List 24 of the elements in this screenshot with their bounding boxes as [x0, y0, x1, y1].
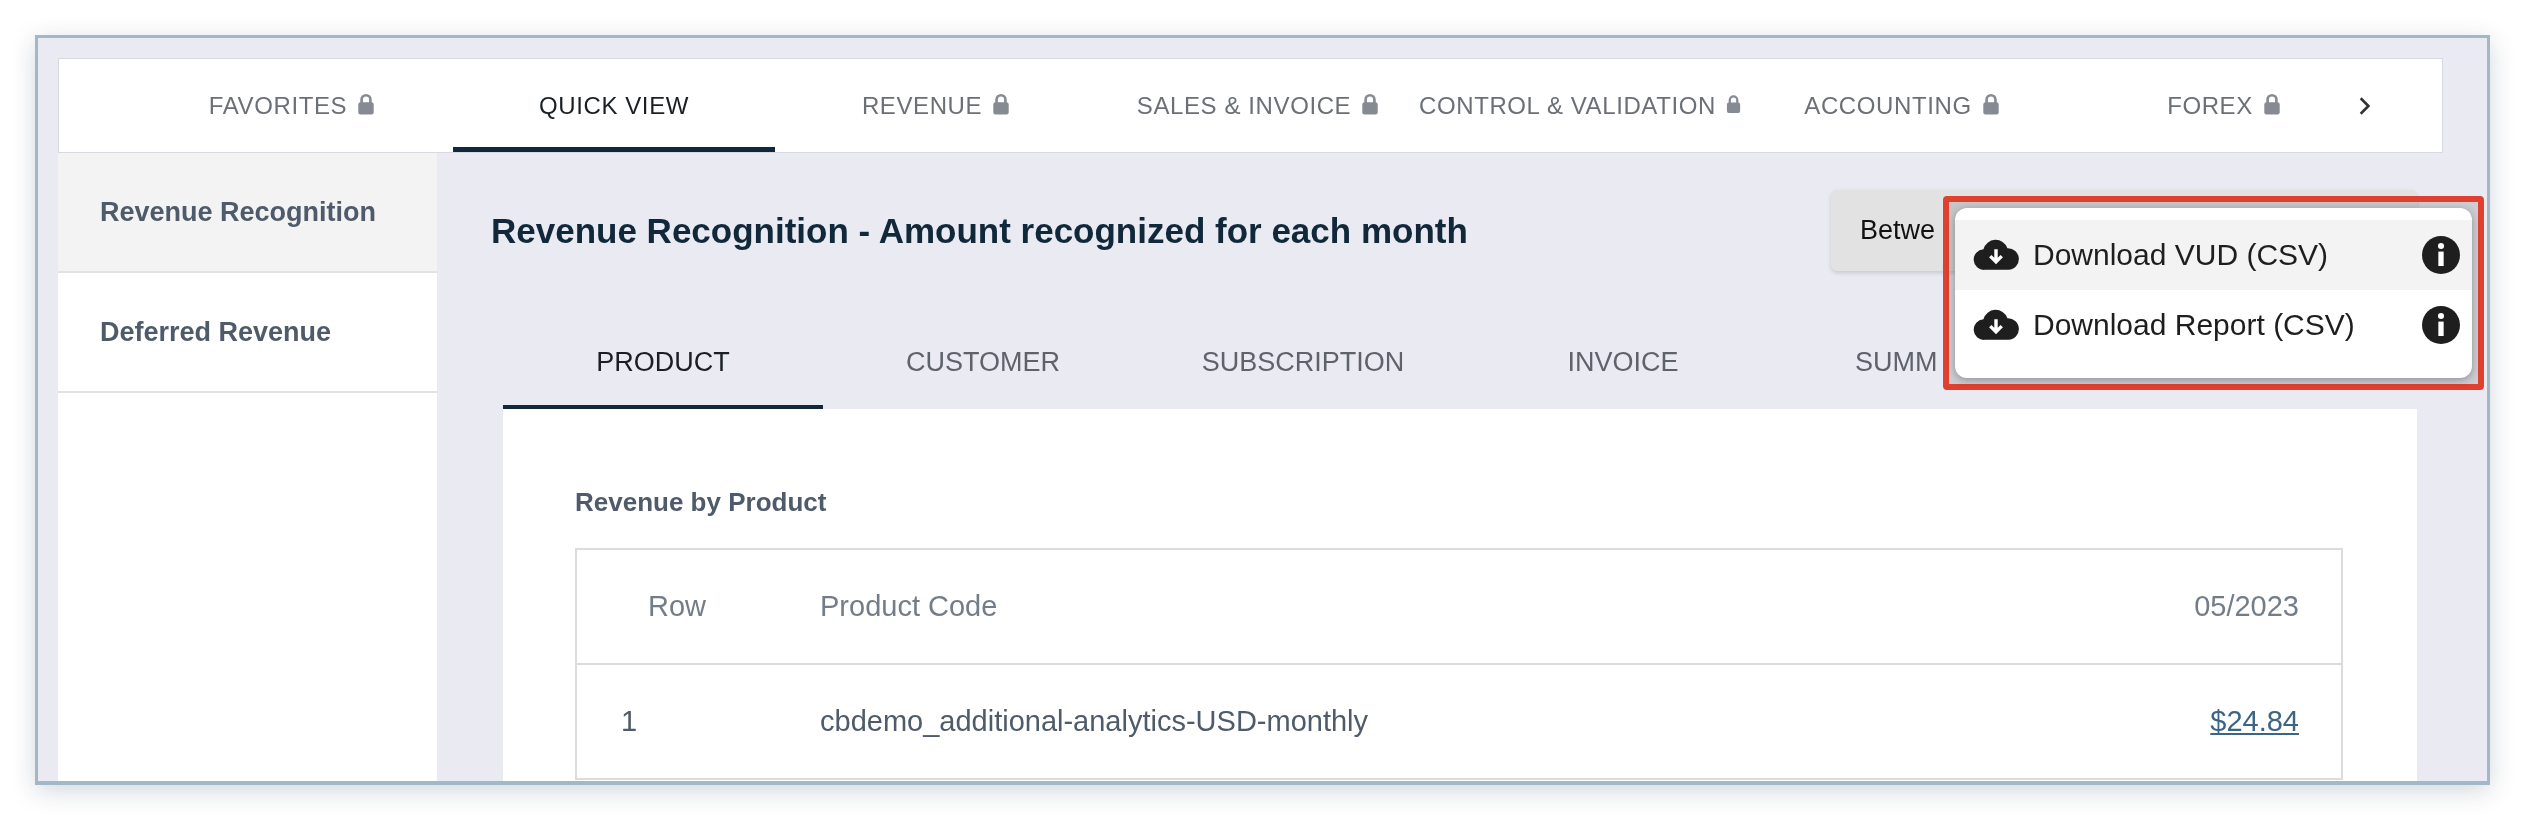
table-cell-text: 1 — [620, 705, 639, 738]
report-tab[interactable]: CUSTOMER — [823, 319, 1143, 409]
nav-tab[interactable]: SALES & INVOICE — [1097, 59, 1419, 152]
column-header: 05/2023 — [2194, 590, 2300, 623]
menu-item[interactable]: Download Report (CSV) — [1955, 290, 2472, 360]
nav-tab[interactable]: ACCOUNTING — [1741, 59, 2063, 152]
page-title: Revenue Recognition - Amount recognized for each month — [491, 210, 1468, 251]
nav-tab[interactable]: FOREX — [2063, 59, 2385, 152]
nav-tab[interactable]: REVENUE — [775, 59, 1097, 152]
menu-label: Download VUD (CSV) — [2033, 238, 2330, 272]
nav-tab[interactable]: QUICK VIEW — [453, 59, 775, 152]
report-tab[interactable]: INVOICE — [1463, 319, 1783, 409]
menu-item[interactable]: Download VUD (CSV) — [1955, 220, 2472, 290]
column-header: Product Code — [820, 590, 999, 623]
sidebar-item[interactable]: Revenue Recognition — [58, 153, 437, 273]
nav-tab[interactable]: CONTROL & VALIDATION — [1419, 59, 1741, 152]
table-cell-text: cbdemo_additional-analytics-USD-monthly — [820, 705, 1370, 738]
sidebar-item[interactable]: Deferred Revenue — [58, 273, 437, 393]
amount-link[interactable]: $24.84 — [2210, 705, 2299, 737]
menu-label: Download Report (CSV) — [2033, 308, 2356, 342]
nav-tab[interactable]: FAVORITES — [131, 59, 453, 152]
column-header: Row — [647, 590, 707, 623]
report-tab[interactable]: SUBSCRIPTION — [1143, 319, 1463, 409]
section-title: Revenue by Product — [575, 487, 828, 518]
